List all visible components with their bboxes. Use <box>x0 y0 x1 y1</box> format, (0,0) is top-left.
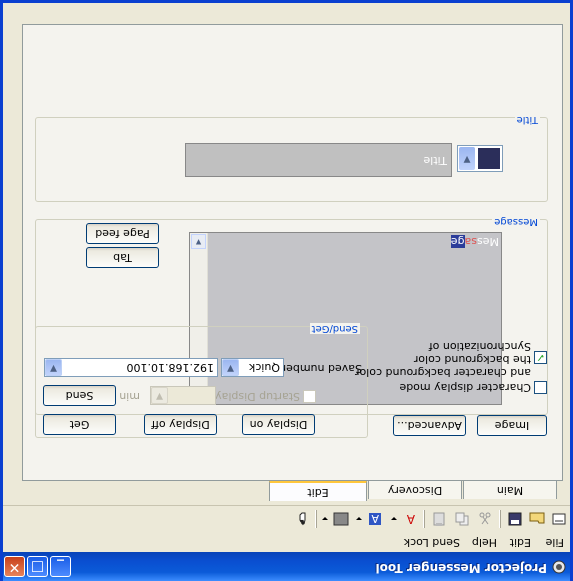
save-icon[interactable] <box>507 511 523 527</box>
background-color-dropdown-icon[interactable] <box>354 511 364 527</box>
message-text-white: Mes <box>477 235 499 248</box>
minimize-button[interactable]: _ <box>50 556 71 577</box>
startup-display-label: Startup Display <box>215 390 300 403</box>
title-input[interactable]: Title <box>185 143 452 177</box>
sync-label-line: the background color <box>413 353 531 366</box>
fill-color-dropdown-icon[interactable] <box>320 511 330 527</box>
send-button[interactable]: Send <box>43 385 116 406</box>
ip-address-select[interactable]: 192.168.10.100 ▼ <box>44 358 218 377</box>
toolbar: A A <box>0 505 573 532</box>
advanced-button[interactable]: Advanced... <box>393 415 466 436</box>
menu-send-lock[interactable]: Send Lock <box>404 536 460 549</box>
tab-discovery[interactable]: Discovery <box>368 480 462 499</box>
tab-edit[interactable]: Edit <box>269 480 367 501</box>
message-preview-text: Message <box>450 235 499 248</box>
cut-icon[interactable] <box>477 511 493 527</box>
app-icon <box>552 560 566 574</box>
message-text-highlight: ge <box>450 235 465 248</box>
chevron-down-icon[interactable]: ▼ <box>459 147 475 170</box>
close-button[interactable]: ✕ <box>4 556 25 577</box>
message-text-red: sa <box>464 235 477 248</box>
character-display-mode-checkbox[interactable] <box>534 381 547 394</box>
background-color-icon[interactable]: A <box>367 511 383 527</box>
menu-edit[interactable]: Edit <box>510 536 531 549</box>
scroll-down-icon[interactable]: ▼ <box>191 234 206 249</box>
edit-panel: Title ▼ Title Message Message ▲ ▼ Tab Pa… <box>22 24 563 481</box>
window-title: Projector Messenger Tool <box>375 561 547 575</box>
message-group-label: Message <box>492 216 540 227</box>
tab-main[interactable]: Main <box>463 480 557 499</box>
ip-address-value: 192.168.10.100 <box>126 361 214 374</box>
title-bar[interactable]: Projector Messenger Tool _ □ ✕ <box>0 552 573 581</box>
title-group-label: Title <box>514 114 540 125</box>
new-icon[interactable] <box>551 511 567 527</box>
toolbar-separator <box>423 510 425 528</box>
sync-color-label: and character background color the backg… <box>355 340 531 379</box>
sync-label-line: Synchronization of <box>428 340 531 353</box>
page-feed-button[interactable]: Page feed <box>86 223 159 244</box>
min-label: min <box>119 390 140 403</box>
copy-icon[interactable] <box>454 511 470 527</box>
maximize-button[interactable]: □ <box>27 556 48 577</box>
paste-icon[interactable] <box>431 511 447 527</box>
chevron-down-icon[interactable]: ▼ <box>45 359 62 376</box>
font-color-icon[interactable]: A <box>402 511 418 527</box>
svg-text:A: A <box>406 512 415 526</box>
title-color-swatch <box>478 148 500 169</box>
image-button[interactable]: Image <box>477 415 547 436</box>
app-window: Projector Messenger Tool _ □ ✕ File Edit… <box>0 0 573 581</box>
open-icon[interactable] <box>529 511 545 527</box>
title-color-picker[interactable]: ▼ <box>457 145 503 172</box>
menu-bar: File Edit Help Send Lock <box>0 532 573 552</box>
menu-help[interactable]: Help <box>472 536 497 549</box>
startup-minutes-select[interactable]: ▼ <box>150 386 216 405</box>
toolbar-separator <box>315 510 317 528</box>
chevron-down-icon[interactable]: ▼ <box>151 387 168 404</box>
fill-color-icon[interactable] <box>333 511 349 527</box>
get-button[interactable]: Get <box>43 414 116 435</box>
saved-number-value: Quick <box>248 361 280 374</box>
display-off-button[interactable]: Display off <box>144 414 217 435</box>
menu-file[interactable]: File <box>546 536 564 549</box>
character-display-mode-label: Character display mode <box>399 381 531 394</box>
svg-text:A: A <box>371 512 379 525</box>
hand-icon[interactable] <box>294 511 310 527</box>
tab-insert-button[interactable]: Tab <box>86 247 159 268</box>
checkmark-icon: ✓ <box>535 351 546 364</box>
send-get-group-label: Send/Get <box>309 323 360 334</box>
sync-label-line: and character background color <box>354 366 531 379</box>
title-text: Title <box>423 154 447 167</box>
saved-number-select[interactable]: Quick ▼ <box>221 358 284 377</box>
sync-color-checkbox[interactable]: ✓ <box>534 351 547 364</box>
toolbar-separator <box>499 510 501 528</box>
chevron-down-icon[interactable]: ▼ <box>222 359 239 376</box>
startup-display-checkbox[interactable] <box>303 390 316 403</box>
font-color-dropdown-icon[interactable] <box>389 511 399 527</box>
display-on-button[interactable]: Display on <box>242 414 315 435</box>
saved-number-label: Saved number <box>281 362 362 375</box>
